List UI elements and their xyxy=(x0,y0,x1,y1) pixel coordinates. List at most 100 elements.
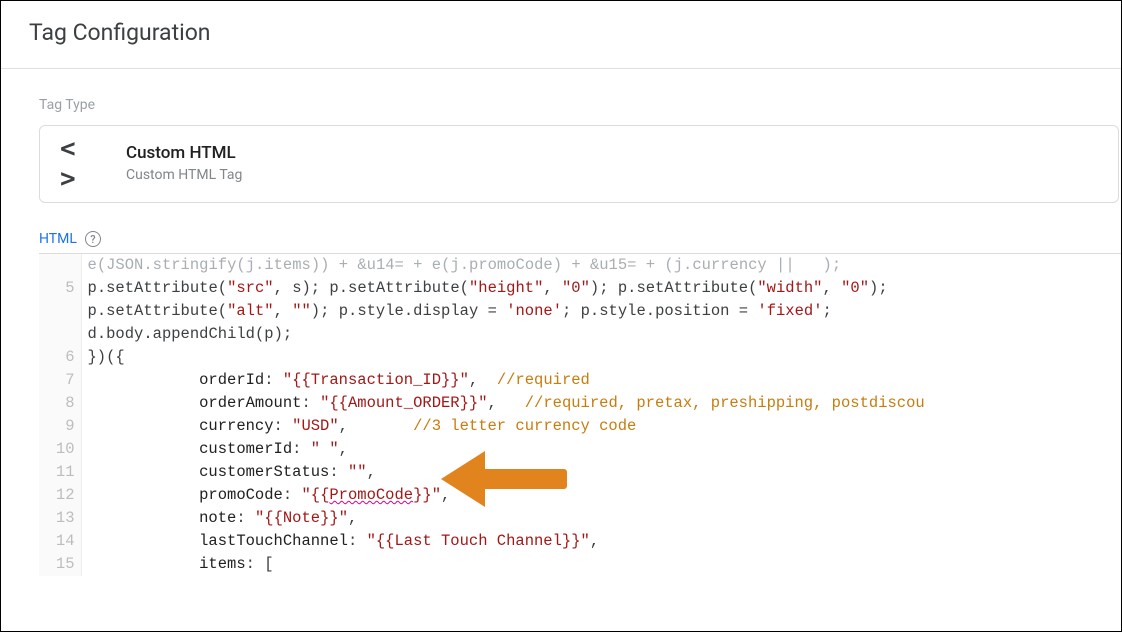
code-token: ( xyxy=(218,279,227,297)
code-token: body xyxy=(106,325,143,343)
code-token: //required, pretax, preshipping, postdis… xyxy=(525,394,925,412)
tag-type-subtitle: Custom HTML Tag xyxy=(126,166,242,186)
line-number: 11 xyxy=(39,461,81,484)
code-token: e xyxy=(432,256,441,274)
code-token: e xyxy=(88,256,97,274)
code-token: " xyxy=(283,371,292,389)
code-token: ); xyxy=(590,279,618,297)
code-token: ); xyxy=(274,325,293,343)
code-line: 15 items: [ xyxy=(39,553,1121,576)
code-token: })({ xyxy=(88,348,125,366)
code-token: , xyxy=(339,417,413,435)
line-number: 5 xyxy=(39,277,81,300)
editor-section-label: HTML ? xyxy=(39,231,1121,247)
code-token: . xyxy=(97,279,106,297)
code-cell[interactable]: note: "{{Note}}", xyxy=(81,507,1121,530)
code-token: "height" xyxy=(469,279,543,297)
code-cell[interactable]: orderId: "{{Transaction_ID}}", //require… xyxy=(81,369,1121,392)
code-token xyxy=(88,394,200,412)
code-token: . xyxy=(460,256,469,274)
code-token: " xyxy=(301,486,310,504)
code-token: : xyxy=(329,463,348,481)
code-token: customerId xyxy=(199,440,292,458)
code-token: promoCode xyxy=(199,486,283,504)
line-number xyxy=(39,254,81,277)
code-cell[interactable]: })({ xyxy=(81,346,1121,369)
code-cell[interactable]: p.setAttribute("src", s); p.setAttribute… xyxy=(81,277,1121,300)
code-token: ; xyxy=(562,302,581,320)
code-token: , xyxy=(823,279,842,297)
code-token: currency xyxy=(199,417,273,435)
tag-type-card[interactable]: < > Custom HTML Custom HTML Tag xyxy=(39,125,1119,203)
code-token xyxy=(88,440,200,458)
code-cell[interactable]: items: [ xyxy=(81,553,1121,576)
page-title: Tag Configuration xyxy=(29,19,1093,46)
app-frame: Tag Configuration Tag Type < > Custom HT… xyxy=(0,0,1122,632)
code-cell[interactable]: p.setAttribute("alt", ""); p.style.displ… xyxy=(81,300,1121,323)
code-cell[interactable]: customerId: " ", xyxy=(81,438,1121,461)
code-token: , xyxy=(339,440,348,458)
tag-type-label: Tag Type xyxy=(39,97,1121,113)
code-token: "src" xyxy=(227,279,274,297)
code-token: , xyxy=(274,302,293,320)
code-token: orderAmount xyxy=(199,394,301,412)
code-cell[interactable]: orderAmount: "{{Amount_ORDER}}", //requi… xyxy=(81,392,1121,415)
line-number: 7 xyxy=(39,369,81,392)
code-cell[interactable]: promoCode: "{{PromoCode}}", xyxy=(81,484,1121,507)
code-token: lastTouchChannel xyxy=(199,532,348,550)
code-token: )) + xyxy=(311,256,358,274)
code-token: : xyxy=(274,417,293,435)
code-line: d.body.appendChild(p); xyxy=(39,323,1121,346)
code-token: p xyxy=(339,302,348,320)
code-token: j xyxy=(450,256,459,274)
line-number: 9 xyxy=(39,415,81,438)
code-token: , xyxy=(590,532,599,550)
help-icon[interactable]: ? xyxy=(85,231,101,247)
code-token: , xyxy=(348,509,357,527)
code-token: . xyxy=(590,302,599,320)
code-token: 'none' xyxy=(506,302,562,320)
code-token: &u14= xyxy=(357,256,404,274)
code-token: ( xyxy=(218,302,227,320)
code-token: " xyxy=(432,486,441,504)
code-line: 13 note: "{{Note}}", xyxy=(39,507,1121,530)
code-token: "" xyxy=(348,463,367,481)
code-line: p.setAttribute("alt", ""); p.style.displ… xyxy=(39,300,1121,323)
code-token xyxy=(88,555,200,573)
code-editor[interactable]: e(JSON.stringify(j.items)) + &u14= + e(j… xyxy=(39,253,1121,576)
code-token: ; xyxy=(823,302,832,320)
code-line: 6 })({ xyxy=(39,346,1121,369)
code-token: , xyxy=(488,394,525,412)
code-token: {{Last Touch Channel}} xyxy=(376,532,581,550)
code-token: : xyxy=(348,532,367,550)
code-token: : xyxy=(301,394,320,412)
code-token: JSON xyxy=(106,256,143,274)
editor-label-text: HTML xyxy=(39,231,77,247)
code-token xyxy=(88,532,200,550)
content-area: Tag Type < > Custom HTML Custom HTML Tag… xyxy=(1,97,1121,576)
header: Tag Configuration xyxy=(1,1,1121,69)
code-token: //3 letter currency code xyxy=(413,417,636,435)
code-token: ); xyxy=(869,279,888,297)
code-token: : xyxy=(283,486,302,504)
line-number: 6 xyxy=(39,346,81,369)
code-cell[interactable]: customerStatus: "", xyxy=(81,461,1121,484)
code-token: style xyxy=(357,302,404,320)
code-cell[interactable]: lastTouchChannel: "{{Last Touch Channel}… xyxy=(81,530,1121,553)
code-token: setAttribute xyxy=(348,279,460,297)
code-token xyxy=(88,509,200,527)
code-token: ( xyxy=(460,279,469,297)
code-token: j xyxy=(674,256,683,274)
code-token: + xyxy=(404,256,432,274)
code-icon: < > xyxy=(60,142,104,186)
code-token: : xyxy=(292,440,311,458)
code-line: 5p.setAttribute("src", s); p.setAttribut… xyxy=(39,277,1121,300)
code-token: , xyxy=(274,279,293,297)
code-cell[interactable]: d.body.appendChild(p); xyxy=(81,323,1121,346)
code-token: {{ xyxy=(311,486,330,504)
code-cell[interactable]: e(JSON.stringify(j.items)) + &u14= + e(j… xyxy=(81,254,1121,277)
code-token: , xyxy=(469,371,497,389)
line-number xyxy=(39,300,81,323)
code-cell[interactable]: currency: "USD", //3 letter currency cod… xyxy=(81,415,1121,438)
code-token xyxy=(88,463,200,481)
